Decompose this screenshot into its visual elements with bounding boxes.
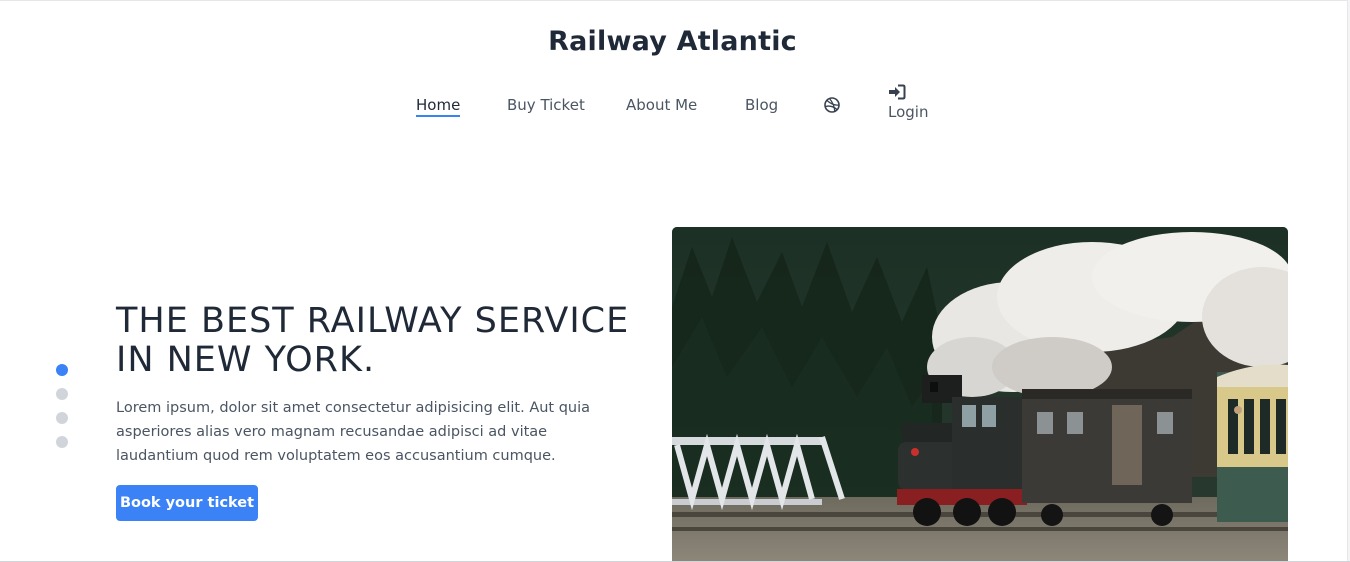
hero-heading-line-2: IN NEW YORK. [116, 340, 376, 380]
hero-description: Lorem ipsum, dolor sit amet consectetur … [116, 400, 591, 464]
login-label: Login [888, 103, 929, 121]
dribbble-icon[interactable] [823, 96, 841, 114]
steam-train-photo [672, 227, 1288, 562]
hero-heading: THE BEST RAILWAY SERVICE IN NEW YORK. [116, 302, 646, 380]
hero-heading-line-1: THE BEST RAILWAY SERVICE [116, 301, 630, 341]
nav-home[interactable]: Home [416, 96, 461, 117]
slider-dot-3[interactable] [56, 412, 68, 424]
book-ticket-button[interactable]: Book your ticket [116, 485, 258, 521]
slider-pagination [56, 364, 70, 460]
slider-dot-2[interactable] [56, 388, 68, 400]
sign-in-icon [888, 84, 906, 100]
slider-dot-1[interactable] [56, 364, 68, 376]
slider-dot-4[interactable] [56, 436, 68, 448]
nav-blog[interactable]: Blog [745, 96, 778, 114]
main-nav: Home Buy Ticket About Me Blog Login [0, 0, 1350, 130]
nav-about-me[interactable]: About Me [626, 96, 697, 114]
login-link[interactable]: Login [888, 84, 948, 121]
nav-buy-ticket[interactable]: Buy Ticket [507, 96, 585, 114]
